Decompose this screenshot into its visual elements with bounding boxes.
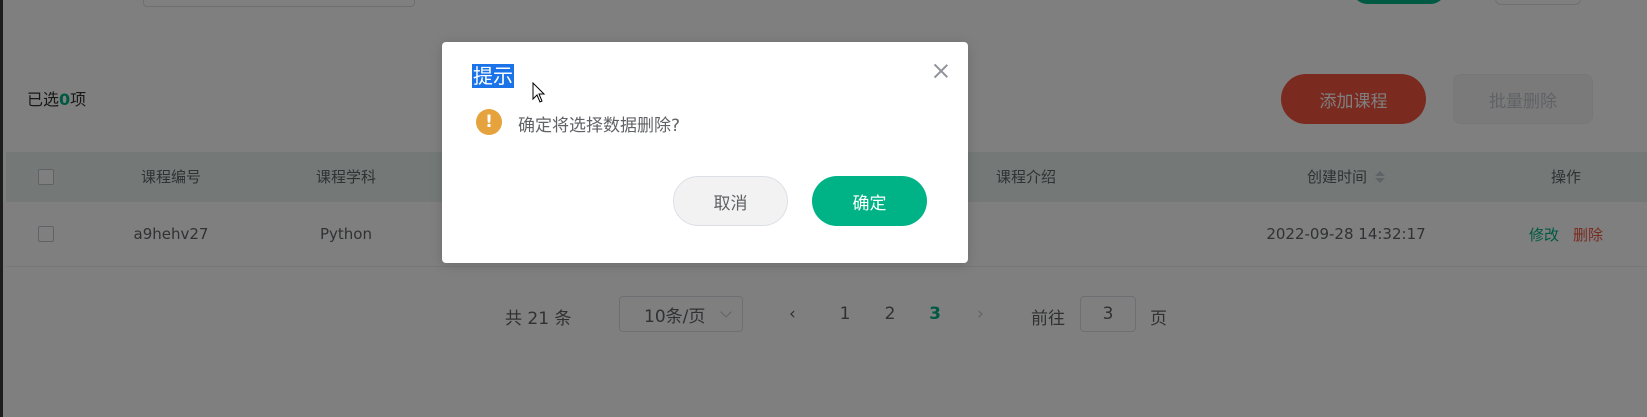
- dialog-message: 确定将选择数据删除?: [518, 116, 681, 136]
- cancel-button[interactable]: 取消: [673, 176, 788, 226]
- confirm-button[interactable]: 确定: [812, 176, 927, 226]
- mouse-cursor-icon: [532, 82, 546, 103]
- dialog-title: 提示: [472, 60, 514, 89]
- close-icon[interactable]: [932, 62, 950, 80]
- confirm-dialog: 提示 ! 确定将选择数据删除? 取消 确定: [442, 42, 968, 263]
- warning-icon: !: [476, 109, 502, 135]
- dialog-title-text: 提示: [472, 64, 514, 88]
